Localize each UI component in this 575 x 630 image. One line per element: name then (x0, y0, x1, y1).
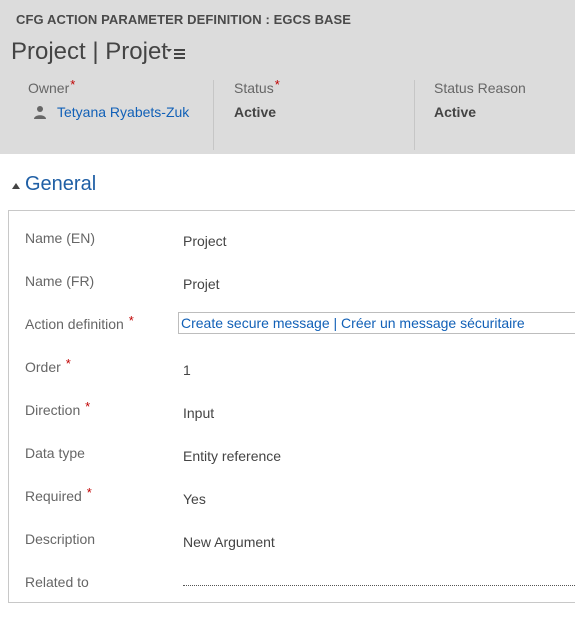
field-label: Data type (25, 445, 85, 461)
order-value[interactable]: 1 (183, 362, 191, 378)
data-type-value[interactable]: Entity reference (183, 448, 281, 464)
field-label: Action definition (25, 316, 124, 332)
required-marker: * (85, 399, 91, 414)
section-title: General (25, 173, 97, 195)
required-marker: * (86, 485, 92, 500)
owner-field: Owner* Tetyana Ryabets-Zuk (28, 77, 189, 120)
status-reason-field: Status Reason Active (434, 80, 526, 120)
status-field: Status* Active (234, 77, 280, 120)
required-marker: * (70, 77, 76, 92)
field-label: Related to (25, 574, 89, 590)
header-divider (414, 80, 415, 150)
form-row-direction: Direction * Input (9, 390, 575, 433)
record-title: Project | Projet (11, 38, 168, 65)
form-row-description: Description New Argument (9, 519, 575, 562)
required-marker: * (274, 77, 280, 92)
record-menu-icon[interactable] (166, 45, 188, 61)
field-label: Description (25, 531, 96, 547)
name-en-value[interactable]: Project (183, 233, 227, 249)
action-definition-lookup[interactable]: Create secure message | Créer un message… (178, 312, 575, 334)
form-row-name-en: Name (EN) Project (9, 218, 575, 261)
status-reason-value[interactable]: Active (434, 104, 526, 120)
form-row-required: Required * Yes (9, 476, 575, 519)
owner-label: Owner (28, 80, 70, 96)
required-marker: * (65, 356, 71, 371)
status-value[interactable]: Active (234, 104, 280, 120)
field-label: Direction (25, 402, 81, 418)
required-value[interactable]: Yes (183, 491, 206, 507)
form-row-related-to: Related to (9, 562, 575, 605)
user-icon (34, 106, 46, 119)
entity-type-label: CFG ACTION PARAMETER DEFINITION : EGCS B… (16, 12, 352, 27)
form-row-name-fr: Name (FR) Projet (9, 261, 575, 304)
description-value[interactable]: New Argument (183, 534, 275, 550)
action-definition-link[interactable]: Create secure message | Créer un message… (181, 315, 525, 331)
status-reason-label: Status Reason (434, 80, 526, 96)
general-section-header[interactable]: General (12, 173, 96, 196)
form-row-order: Order * 1 (9, 347, 575, 390)
form-row-action-definition: Action definition * Create secure messag… (9, 304, 575, 347)
related-to-lookup[interactable] (183, 585, 575, 586)
owner-link[interactable]: Tetyana Ryabets-Zuk (57, 104, 189, 120)
general-form: Name (EN) Project Name (FR) Projet Actio… (8, 210, 575, 603)
direction-value[interactable]: Input (183, 405, 214, 421)
record-header: CFG ACTION PARAMETER DEFINITION : EGCS B… (0, 0, 575, 154)
form-row-data-type: Data type Entity reference (9, 433, 575, 476)
field-label: Required (25, 488, 82, 504)
field-label: Order (25, 359, 61, 375)
name-fr-value[interactable]: Projet (183, 276, 220, 292)
field-label: Name (EN) (25, 230, 96, 246)
collapse-triangle-icon[interactable] (12, 182, 20, 189)
required-marker: * (128, 313, 134, 328)
status-label: Status (234, 80, 274, 96)
header-divider (213, 80, 214, 150)
field-label: Name (FR) (25, 273, 95, 289)
